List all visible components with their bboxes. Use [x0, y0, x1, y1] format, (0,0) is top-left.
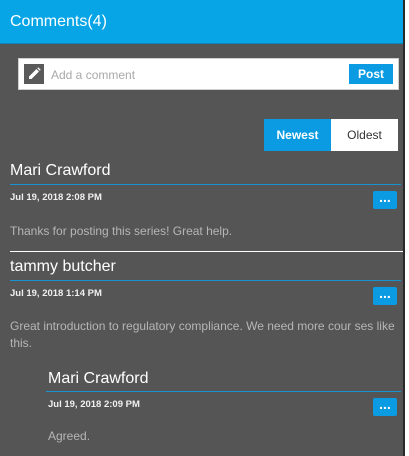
sort-toggle: Newest Oldest — [264, 119, 398, 151]
comment-underline — [10, 280, 401, 281]
pencil-icon — [24, 64, 44, 84]
comment-author[interactable]: Mari Crawford — [10, 162, 110, 180]
comment-underline — [46, 391, 401, 392]
comment-text: Agreed. — [48, 429, 91, 443]
comments-header: Comments(4) — [0, 0, 403, 44]
comment-more-button[interactable]: ... — [373, 286, 397, 305]
comment-author[interactable]: tammy butcher — [10, 258, 116, 276]
post-button[interactable]: Post — [349, 64, 393, 84]
comment-date: Jul 19, 2018 2:09 PM — [48, 399, 140, 410]
sort-newest-button[interactable]: Newest — [264, 119, 331, 151]
comment-underline — [10, 184, 401, 185]
comment-more-button[interactable]: ... — [373, 190, 397, 209]
comment-text: Thanks for posting this series! Great he… — [10, 224, 233, 238]
comment-more-button[interactable]: ... — [373, 397, 397, 416]
comment-compose-box: Post — [18, 58, 399, 91]
sort-oldest-button[interactable]: Oldest — [331, 119, 398, 151]
comment-input[interactable] — [49, 59, 333, 91]
comment-divider — [10, 251, 403, 252]
comment-author[interactable]: Mari Crawford — [48, 370, 148, 388]
comment-text: Great introduction to regulatory complia… — [10, 319, 395, 350]
comments-panel: Comments(4) Post Newest Oldest Mari Craw… — [0, 0, 405, 456]
comment-date: Jul 19, 2018 2:08 PM — [10, 192, 102, 203]
comment-date: Jul 19, 2018 1:14 PM — [10, 288, 102, 299]
